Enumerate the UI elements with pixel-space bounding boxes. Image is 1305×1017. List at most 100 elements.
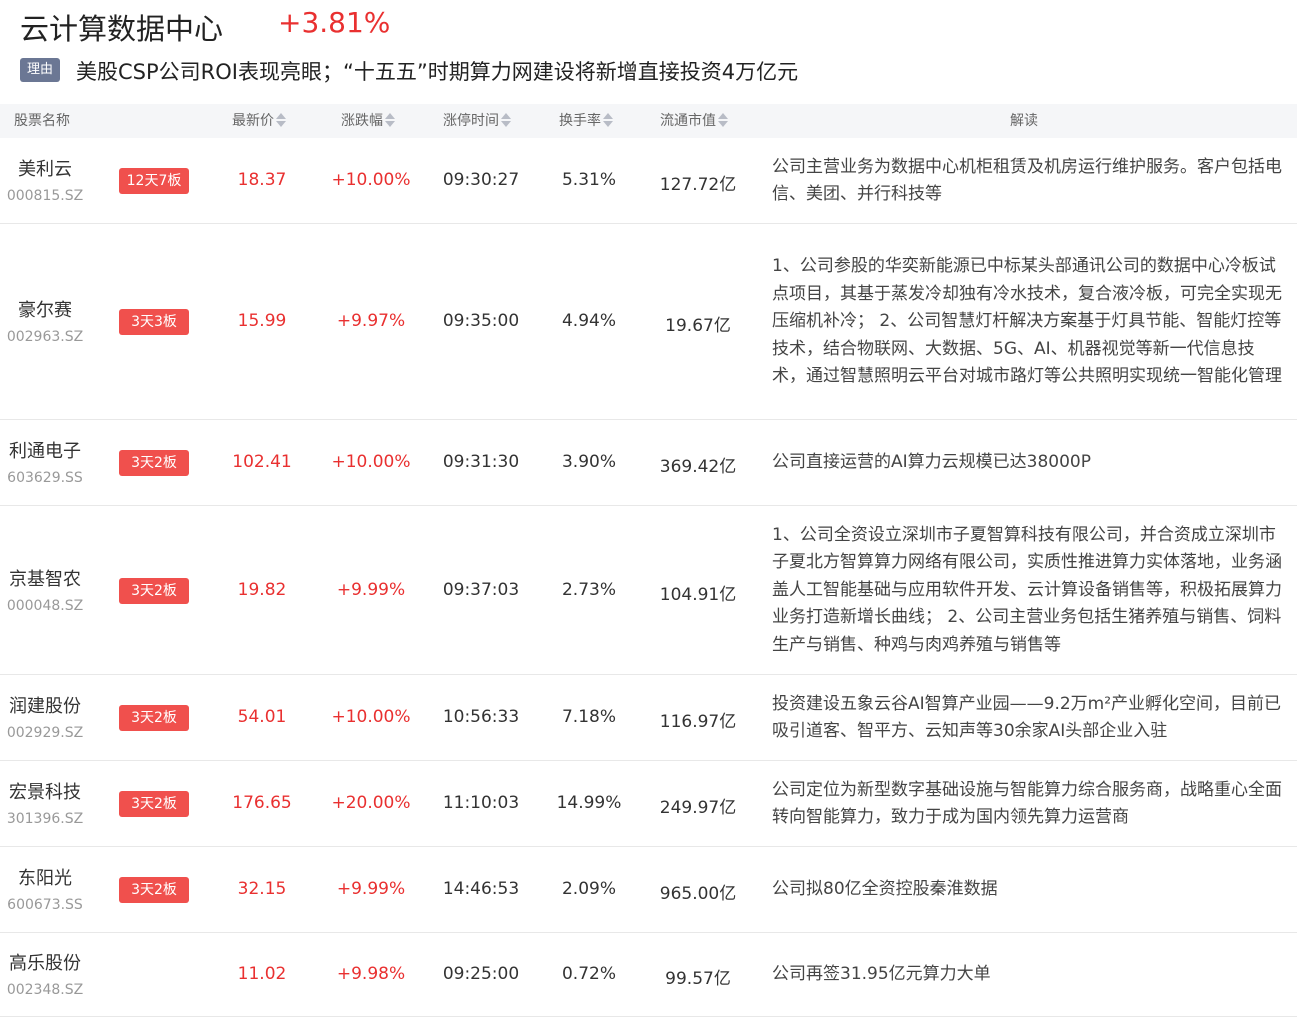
float-market-cap: 104.91亿 [659,584,737,605]
sort-arrows-icon[interactable] [385,113,395,127]
table-header: 股票名称 最新价 涨跌幅 涨停时间 换手率 流通市值 解读 [0,104,1297,138]
streak-badge: 3天2板 [119,791,189,817]
stock-name-cell[interactable]: 高乐股份 002348.SZ [0,949,90,998]
sort-arrows-icon[interactable] [718,113,728,127]
turnover-rate: 2.09% [561,879,616,899]
stock-analysis: 公司再签31.95亿元算力大单 [772,964,991,984]
change-pct: +20.00% [331,793,411,813]
stock-name-cell[interactable]: 润建股份 002929.SZ [0,692,90,741]
turnover-rate: 2.73% [561,579,616,600]
latest-price: 102.41 [232,452,292,472]
limit-up-time: 14:46:53 [442,879,520,899]
latest-price: 15.99 [237,311,287,331]
streak-badge: 3天2板 [119,877,189,903]
change-pct: +10.00% [331,170,411,190]
stock-name[interactable]: 美利云 [0,155,90,181]
stock-name-cell[interactable]: 美利云 000815.SZ [0,155,90,204]
sort-arrows-icon[interactable] [603,113,613,127]
float-market-cap: 19.67亿 [665,316,731,336]
stock-code: 600673.SS [7,897,83,913]
limit-up-time: 09:30:27 [442,170,520,190]
col-name: 股票名称 [14,113,70,129]
limit-up-time: 11:10:03 [442,793,520,813]
stock-name-cell[interactable]: 宏景科技 301396.SZ [0,778,90,827]
float-market-cap: 249.97亿 [659,798,737,818]
page-title: 云计算数据中心 [20,12,224,46]
sort-arrows-icon[interactable] [276,113,286,127]
table-body: 美利云 000815.SZ 12天7板 18.37 +10.00% 09:30:… [0,138,1297,1017]
stock-name[interactable]: 豪尔赛 [0,296,90,322]
stock-analysis: 公司直接运营的AI算力云规模已达38000P [772,452,1091,472]
stock-analysis: 1、公司全资设立深圳市子夏智算科技有限公司，并合资成立深圳市子夏北方智算算力网络… [772,524,1282,655]
stock-code: 000815.SZ [6,188,84,204]
stock-name[interactable]: 润建股份 [0,692,90,718]
col-price[interactable]: 最新价 [232,104,286,138]
stock-name[interactable]: 京基智农 [0,565,90,591]
col-cap-label: 流通市值 [660,113,716,129]
table-row[interactable]: 润建股份 002929.SZ 3天2板 54.01 +10.00% 10:56:… [0,675,1297,761]
limit-up-time: 09:25:00 [442,964,520,984]
stock-name[interactable]: 宏景科技 [0,778,90,804]
change-pct: +9.99% [336,879,406,899]
col-pct-label: 涨跌幅 [341,113,383,129]
limit-up-time: 09:35:00 [442,311,520,331]
stock-code: 301396.SZ [6,811,84,827]
latest-price: 176.65 [232,793,292,813]
table-row[interactable]: 高乐股份 002348.SZ 11.02 +9.98% 09:25:00 0.7… [0,933,1297,1017]
table-row[interactable]: 豪尔赛 002963.SZ 3天3板 15.99 +9.97% 09:35:00… [0,224,1297,420]
stock-analysis: 公司主营业务为数据中心机柜租赁及机房运行维护服务。客户包括电信、美团、并行科技等 [772,156,1282,205]
reason-tag: 理由 [20,58,61,82]
float-market-cap: 127.72亿 [659,175,737,195]
sort-arrows-icon[interactable] [501,113,511,127]
turnover-rate: 5.31% [561,170,616,190]
col-desc: 解读 [1010,113,1038,129]
stock-name-cell[interactable]: 东阳光 600673.SS [0,864,90,913]
stock-name-cell[interactable]: 京基智农 000048.SZ [0,565,90,614]
float-market-cap: 116.97亿 [659,712,737,732]
stock-analysis: 投资建设五象云谷AI智算产业园——9.2万m²产业孵化空间，目前已吸引道客、智平… [772,693,1282,742]
limit-up-time: 09:37:03 [442,579,520,600]
change-pct: +10.00% [331,707,411,727]
turnover-rate: 7.18% [561,707,616,727]
table-row[interactable]: 宏景科技 301396.SZ 3天2板 176.65 +20.00% 11:10… [0,761,1297,847]
latest-price: 54.01 [237,707,287,727]
limit-up-time: 10:56:33 [442,707,520,727]
streak-badge: 3天2板 [119,577,189,604]
col-turnover[interactable]: 换手率 [559,104,613,138]
stock-code: 603629.SS [7,470,83,486]
table-row[interactable]: 利通电子 603629.SS 3天2板 102.41 +10.00% 09:31… [0,420,1297,506]
float-market-cap: 369.42亿 [659,457,737,477]
stock-code: 002929.SZ [6,725,84,741]
change-pct: +9.98% [336,964,406,984]
stock-analysis: 1、公司参股的华奕新能源已中标某头部通讯公司的数据中心冷板试点项目，其基于蒸发冷… [772,256,1282,386]
stock-table: 股票名称 最新价 涨跌幅 涨停时间 换手率 流通市值 解读 美利云 000815… [0,104,1297,1017]
table-row[interactable]: 美利云 000815.SZ 12天7板 18.37 +10.00% 09:30:… [0,138,1297,224]
latest-price: 19.82 [237,579,287,600]
latest-price: 18.37 [237,170,287,190]
header: 云计算数据中心 +3.81% 理由 美股CSP公司ROI表现亮眼；“十五五”时期… [0,0,1305,100]
change-pct: +10.00% [331,452,411,472]
stock-name[interactable]: 利通电子 [0,437,90,463]
col-time[interactable]: 涨停时间 [443,104,511,138]
float-market-cap: 965.00亿 [659,884,737,904]
turnover-rate: 14.99% [556,793,622,813]
limit-up-time: 09:31:30 [442,452,520,472]
table-row[interactable]: 东阳光 600673.SS 3天2板 32.15 +9.99% 14:46:53… [0,847,1297,933]
turnover-rate: 0.72% [561,964,616,984]
col-time-label: 涨停时间 [443,113,499,129]
stock-name-cell[interactable]: 利通电子 603629.SS [0,437,90,486]
streak-badge: 3天2板 [119,450,189,476]
latest-price: 32.15 [237,879,287,899]
change-pct: +9.99% [336,579,406,600]
col-pct[interactable]: 涨跌幅 [341,104,395,138]
float-market-cap: 99.57亿 [665,969,731,989]
latest-price: 11.02 [237,964,287,984]
streak-badge: 3天3板 [119,309,189,335]
table-row[interactable]: 京基智农 000048.SZ 3天2板 19.82 +9.99% 09:37:0… [0,506,1297,675]
col-cap[interactable]: 流通市值 [660,104,728,138]
reason-text: 美股CSP公司ROI表现亮眼；“十五五”时期算力网建设将新增直接投资4万亿元 [76,60,799,84]
stock-name[interactable]: 东阳光 [0,864,90,890]
stock-name-cell[interactable]: 豪尔赛 002963.SZ [0,296,90,345]
stock-code: 002963.SZ [6,329,84,345]
stock-name[interactable]: 高乐股份 [0,949,90,975]
